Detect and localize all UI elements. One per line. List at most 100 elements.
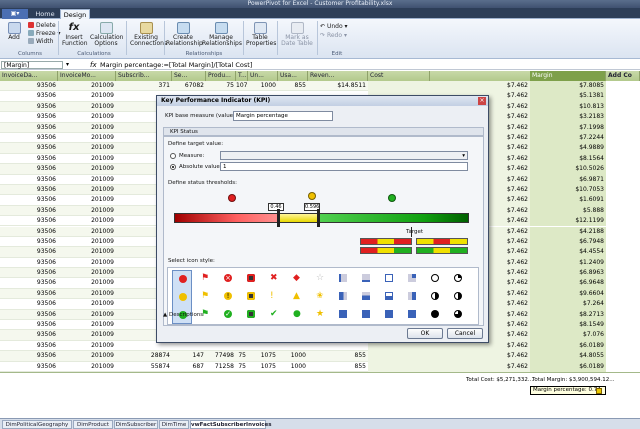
- table-cell[interactable]: 93506: [0, 133, 58, 143]
- table-cell[interactable]: 67082: [172, 81, 206, 91]
- threshold-scheme-yellow-red-yellow[interactable]: [416, 238, 468, 245]
- mark-as-date-table-button[interactable]: Mark as Date Table: [280, 22, 314, 47]
- table-cell[interactable]: 93506: [0, 289, 58, 299]
- table-cell[interactable]: 93506: [0, 299, 58, 309]
- table-cell[interactable]: $7.462: [368, 361, 530, 372]
- icon-style-stars[interactable]: ☆ ✬ ★: [310, 270, 330, 324]
- sheet-tab-dimtime[interactable]: DimTime: [159, 420, 189, 429]
- add-column-cell[interactable]: [606, 288, 640, 300]
- icon-style-bars-2[interactable]: [356, 270, 376, 324]
- formula-input[interactable]: Margin percentage:=[Total Margin]/[Total…: [100, 60, 252, 70]
- table-cell[interactable]: 201009: [58, 102, 116, 112]
- table-cell[interactable]: 201009: [58, 320, 116, 330]
- table-cell[interactable]: $9.6604: [530, 288, 606, 300]
- table-cell[interactable]: 93506: [0, 112, 58, 122]
- table-cell[interactable]: 201009: [58, 330, 116, 340]
- base-measure-field[interactable]: Margin percentage: [233, 111, 333, 121]
- name-box-dropdown-icon[interactable]: ▾: [66, 60, 69, 70]
- table-cell[interactable]: $6.9871: [530, 174, 606, 185]
- table-cell[interactable]: 201009: [58, 154, 116, 164]
- table-cell[interactable]: 855: [308, 362, 368, 372]
- table-cell[interactable]: 1000: [278, 351, 308, 361]
- table-row[interactable]: 93506 201009 28874 147 77498 75 1075 1000 855 $7.…: [0, 351, 640, 362]
- table-cell[interactable]: 1075: [248, 351, 278, 361]
- table-cell[interactable]: 1000: [248, 81, 278, 91]
- fx-icon[interactable]: fx: [90, 60, 97, 70]
- table-cell[interactable]: 93506: [0, 206, 58, 216]
- table-cell[interactable]: 75: [236, 362, 248, 372]
- icon-style-quads[interactable]: [402, 270, 422, 324]
- total-cost-measure[interactable]: Total Cost: $5,271,332...: [466, 377, 533, 383]
- table-cell[interactable]: 201009: [58, 185, 116, 195]
- icon-style-symbols[interactable]: × ! ✓: [218, 270, 238, 324]
- table-cell[interactable]: 201009: [58, 341, 116, 351]
- add-column-cell[interactable]: [606, 226, 640, 237]
- create-relationship-button[interactable]: Create Relationship: [166, 22, 203, 47]
- table-cell[interactable]: 201009: [58, 175, 116, 185]
- icon-style-diamonds[interactable]: ◆ ▲ ●: [287, 270, 307, 324]
- add-column-cell[interactable]: [606, 278, 640, 289]
- table-cell[interactable]: $4.4554: [530, 247, 606, 258]
- table-cell[interactable]: $1.2409: [530, 257, 606, 269]
- table-cell[interactable]: 93506: [0, 91, 58, 101]
- add-column-cell[interactable]: [606, 132, 640, 144]
- table-cell[interactable]: 55874: [116, 362, 172, 372]
- table-cell[interactable]: $12.1199: [530, 216, 606, 227]
- table-cell[interactable]: 77498: [206, 351, 236, 361]
- table-cell[interactable]: 201009: [58, 123, 116, 133]
- add-column-cell[interactable]: [606, 101, 640, 113]
- table-cell[interactable]: $14.8511: [308, 81, 368, 91]
- column-header[interactable]: T...: [236, 71, 248, 81]
- table-cell[interactable]: 1075: [248, 362, 278, 372]
- tab-design[interactable]: Design: [60, 9, 90, 19]
- icon-style-bars-1[interactable]: [333, 270, 353, 324]
- low-threshold-slider[interactable]: [277, 209, 280, 227]
- table-cell[interactable]: 201009: [58, 351, 116, 361]
- column-header[interactable]: Cost: [368, 71, 430, 81]
- table-cell[interactable]: $6.0189: [530, 340, 606, 352]
- low-threshold-value[interactable]: 0.46: [268, 203, 284, 211]
- table-cell[interactable]: 201009: [58, 112, 116, 122]
- table-cell[interactable]: $7.462: [368, 81, 530, 92]
- table-cell[interactable]: 201009: [58, 278, 116, 288]
- table-cell[interactable]: 201009: [58, 216, 116, 226]
- table-cell[interactable]: $6.0189: [530, 361, 606, 372]
- table-cell[interactable]: $4.2188: [530, 226, 606, 237]
- tab-home[interactable]: Home: [32, 9, 58, 19]
- table-cell[interactable]: 687: [172, 362, 206, 372]
- freeze-button[interactable]: Freeze ▾: [28, 30, 61, 37]
- table-cell[interactable]: $7.2244: [530, 132, 606, 144]
- add-column-header[interactable]: Add Co: [606, 71, 640, 81]
- table-cell[interactable]: 93506: [0, 247, 58, 257]
- table-cell[interactable]: 93506: [0, 195, 58, 205]
- table-cell[interactable]: 93506: [0, 143, 58, 153]
- table-cell[interactable]: 75: [206, 81, 236, 91]
- table-cell[interactable]: $4.9889: [530, 143, 606, 154]
- table-cell[interactable]: 93506: [0, 227, 58, 237]
- icon-style-moons[interactable]: [425, 270, 445, 324]
- table-cell[interactable]: $8.1564: [530, 153, 606, 165]
- width-button[interactable]: Width: [28, 38, 53, 45]
- table-cell[interactable]: 147: [172, 351, 206, 361]
- table-cell[interactable]: 201009: [58, 310, 116, 320]
- table-cell[interactable]: $5.888: [530, 205, 606, 217]
- table-cell[interactable]: 201009: [58, 81, 116, 91]
- table-cell[interactable]: $10.5026: [530, 164, 606, 175]
- table-cell[interactable]: $10.7053: [530, 184, 606, 196]
- threshold-scheme-red-yellow-red[interactable]: [360, 238, 412, 245]
- table-cell[interactable]: 93506: [0, 278, 58, 288]
- add-column-button[interactable]: Add: [4, 22, 24, 41]
- column-header[interactable]: InvoiceMo...: [58, 71, 116, 81]
- sheet-tab-dimsubscriber[interactable]: DimSubscriber: [114, 420, 158, 429]
- table-cell[interactable]: 201009: [58, 206, 116, 216]
- table-cell[interactable]: 93506: [0, 175, 58, 185]
- table-cell[interactable]: 93506: [0, 268, 58, 278]
- undo-button[interactable]: ↶ Undo ▾: [320, 23, 348, 30]
- table-cell[interactable]: 93506: [0, 123, 58, 133]
- table-cell[interactable]: 855: [308, 351, 368, 361]
- add-column-cell[interactable]: [606, 361, 640, 372]
- table-cell[interactable]: 93506: [0, 102, 58, 112]
- add-column-cell[interactable]: [606, 91, 640, 102]
- icon-style-shapes[interactable]: ✖ ! ✔: [264, 270, 284, 324]
- total-margin-measure[interactable]: Total Margin: $3,900,594.12...: [532, 377, 614, 383]
